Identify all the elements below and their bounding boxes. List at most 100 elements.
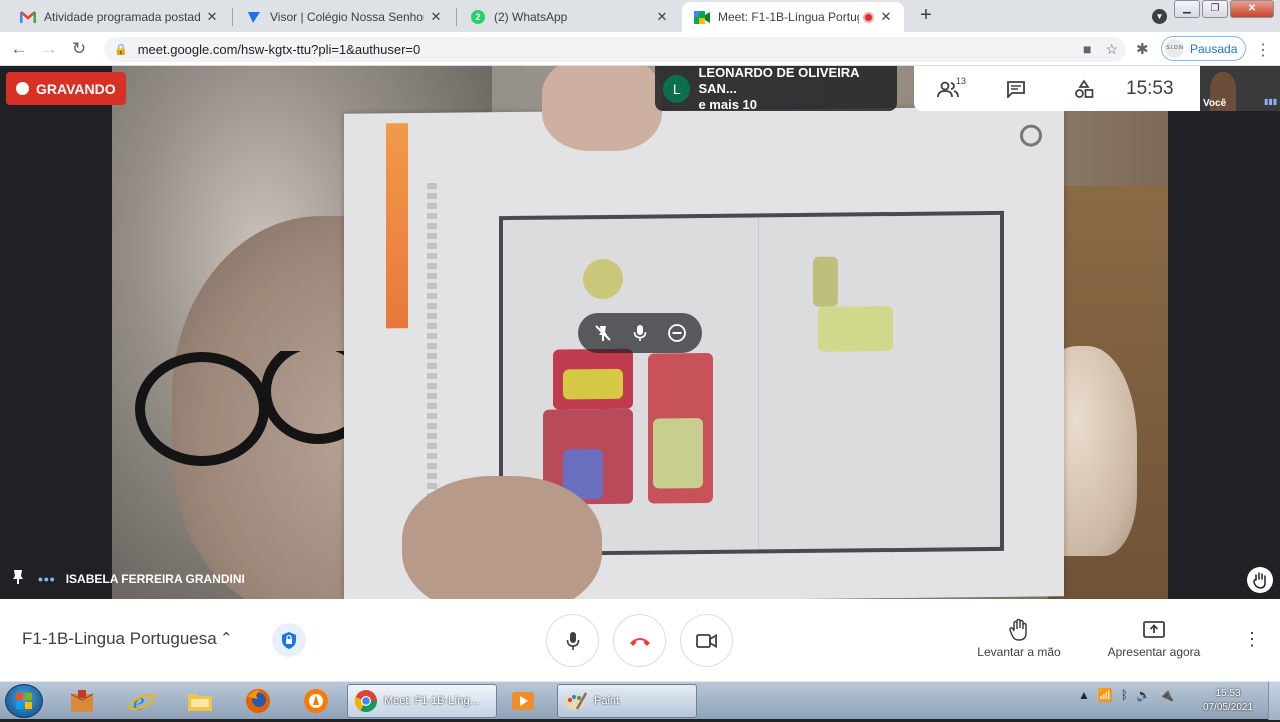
participants-button[interactable]: 13 (914, 66, 982, 111)
close-icon[interactable]: ✕ (204, 9, 220, 25)
more-options-icon[interactable]: ⋮ (1243, 629, 1261, 650)
tab-meet[interactable]: Meet: F1-1B-Língua Portugu ✕ (682, 2, 904, 32)
avast-icon[interactable] (296, 685, 336, 717)
remove-circle-icon (668, 324, 687, 342)
raise-hand-label: Levantar a mão (977, 645, 1061, 659)
taskbar-app-icon[interactable] (62, 685, 102, 717)
browser-tab-bar: Atividade programada postada: " ✕ Visor … (0, 0, 1280, 32)
tab-title: (2) WhatsApp (494, 10, 568, 24)
microphone-button[interactable] (546, 614, 599, 667)
minimize-button[interactable]: ▁ (1174, 0, 1200, 18)
address-bar[interactable]: 🔒 meet.google.com/hsw-kgtx-ttu?pli=1&aut… (104, 37, 1126, 62)
tab-gmail[interactable]: Atividade programada postada: " ✕ (8, 2, 230, 32)
chat-button[interactable] (982, 66, 1050, 111)
shield-lock-icon (282, 631, 296, 649)
extensions-puzzle-icon[interactable]: ✱ (1136, 40, 1149, 58)
visor-icon (246, 9, 262, 25)
media-player-icon[interactable] (503, 685, 543, 717)
start-button[interactable] (5, 684, 43, 718)
participant-name-tag: ••• ISABELA FERREIRA GRANDINI (12, 569, 245, 588)
window-close-button[interactable]: ✕ (1230, 0, 1274, 18)
tab-title: Atividade programada postada: " (44, 10, 200, 24)
recording-badge: GRAVANDO (6, 72, 126, 105)
whatsapp-icon: 2 (470, 9, 486, 25)
hand-icon (1009, 618, 1027, 641)
audio-activity-icon: ••• (38, 570, 56, 587)
remove-tile-button[interactable] (663, 319, 691, 347)
maximize-button[interactable]: ❐ (1202, 0, 1228, 18)
recording-dot-icon (16, 82, 29, 95)
system-tray: ▲ 📶 ᛒ 🔊 🔌 (1078, 688, 1174, 702)
close-icon[interactable]: ✕ (654, 9, 670, 25)
raise-hand-button[interactable]: Levantar a mão (972, 617, 1066, 659)
host-controls-button[interactable] (272, 623, 306, 657)
forward-button[interactable]: → (38, 38, 60, 60)
power-icon[interactable]: 🔌 (1159, 688, 1174, 702)
file-explorer-icon[interactable] (180, 685, 220, 717)
package-icon (70, 690, 94, 712)
meet-icon (694, 9, 710, 25)
tab-title: Meet: F1-1B-Língua Portugu (718, 10, 859, 24)
lock-icon[interactable]: 🔒 (114, 43, 128, 56)
taskbar-chrome-window[interactable]: Meet: F1-1B-Líng... (347, 684, 497, 718)
leave-call-button[interactable] (613, 614, 666, 667)
activities-button[interactable] (1050, 66, 1118, 111)
shapes-icon (1075, 78, 1094, 98)
tab-visor[interactable]: Visor | Colégio Nossa Senhora Co ✕ (234, 2, 454, 32)
raise-hand-indicator-icon[interactable] (1247, 567, 1273, 593)
chevron-up-icon[interactable]: ⌃ (220, 629, 233, 647)
tab-whatsapp[interactable]: 2 (2) WhatsApp ✕ (458, 2, 680, 32)
meeting-clock: 15:53 (1126, 77, 1174, 99)
reload-button[interactable]: ↻ (68, 38, 90, 60)
self-view-tile[interactable]: Você ▮▮▮ (1200, 66, 1280, 111)
presenter-chip[interactable]: L LEONARDO DE OLIVEIRA SAN... e mais 10 (655, 66, 897, 112)
gmail-icon (20, 9, 36, 25)
paint-icon (565, 692, 588, 710)
network-signal-icon[interactable]: 📶 (1098, 688, 1113, 702)
chrome-icon (354, 690, 377, 712)
video-camera-icon (695, 633, 717, 648)
taskbar-app-label: Paint (594, 695, 620, 707)
pin-icon[interactable] (12, 569, 24, 588)
profile-button[interactable]: S.I.O.N Pausada (1161, 36, 1247, 61)
pin-off-icon (594, 325, 611, 341)
recording-label: GRAVANDO (36, 80, 116, 97)
meet-stage: GRAVANDO L LEONARDO DE OLIVEIRA SAN... e… (0, 66, 1280, 599)
window-controls: ▁ ❐ ✕ (1174, 0, 1274, 18)
microphone-icon (566, 631, 579, 650)
meet-control-bar: F1-1B-Lingua Portuguesa ⌃ Levantar a mão… (0, 599, 1280, 681)
presenter-name: LEONARDO DE OLIVEIRA SAN... (698, 66, 860, 96)
taskbar-paint-window[interactable]: Paint (557, 684, 697, 718)
firefox-icon[interactable] (238, 685, 278, 717)
camera-in-use-icon[interactable]: ■ (1083, 41, 1091, 58)
tab-search-icon[interactable]: ▼ (1152, 9, 1167, 24)
internet-explorer-icon[interactable]: e (122, 685, 162, 717)
volume-icon[interactable]: 🔊 (1136, 688, 1151, 702)
recording-dot-icon (863, 11, 874, 23)
bookmark-star-icon[interactable]: ☆ (1105, 41, 1118, 58)
profile-status: Pausada (1190, 41, 1238, 56)
video-hand (542, 66, 662, 151)
meeting-title[interactable]: F1-1B-Lingua Portuguesa (22, 629, 217, 649)
bluetooth-icon[interactable]: ᛒ (1121, 688, 1128, 702)
present-screen-icon (1143, 621, 1165, 638)
show-desktop-button[interactable] (1268, 682, 1280, 720)
browser-toolbar: ← → ↻ 🔒 meet.google.com/hsw-kgtx-ttu?pli… (0, 32, 1280, 66)
presenter-more: e mais 10 (698, 96, 757, 112)
url-text: meet.google.com/hsw-kgtx-ttu?pli=1&authu… (137, 42, 421, 57)
mute-participant-button[interactable] (626, 319, 654, 347)
back-button[interactable]: ← (8, 38, 30, 60)
camera-button[interactable] (680, 614, 733, 667)
close-icon[interactable]: ✕ (878, 9, 894, 25)
new-tab-button[interactable]: + (915, 5, 937, 27)
show-hidden-icons-icon[interactable]: ▲ (1078, 688, 1090, 702)
close-icon[interactable]: ✕ (428, 9, 444, 25)
browser-menu-icon[interactable]: ⋮ (1255, 40, 1271, 60)
unpin-button[interactable] (589, 319, 617, 347)
taskbar-clock[interactable]: 15:53 07/05/2021 (1198, 687, 1258, 715)
avatar: S.I.O.N (1165, 39, 1184, 58)
present-now-button[interactable]: Apresentar agora (1100, 617, 1208, 659)
meeting-info-panel: 13 15:53 (914, 66, 1200, 111)
participant-name: ISABELA FERREIRA GRANDINI (65, 571, 245, 586)
audio-level-icon: ▮▮▮ (1264, 97, 1278, 106)
